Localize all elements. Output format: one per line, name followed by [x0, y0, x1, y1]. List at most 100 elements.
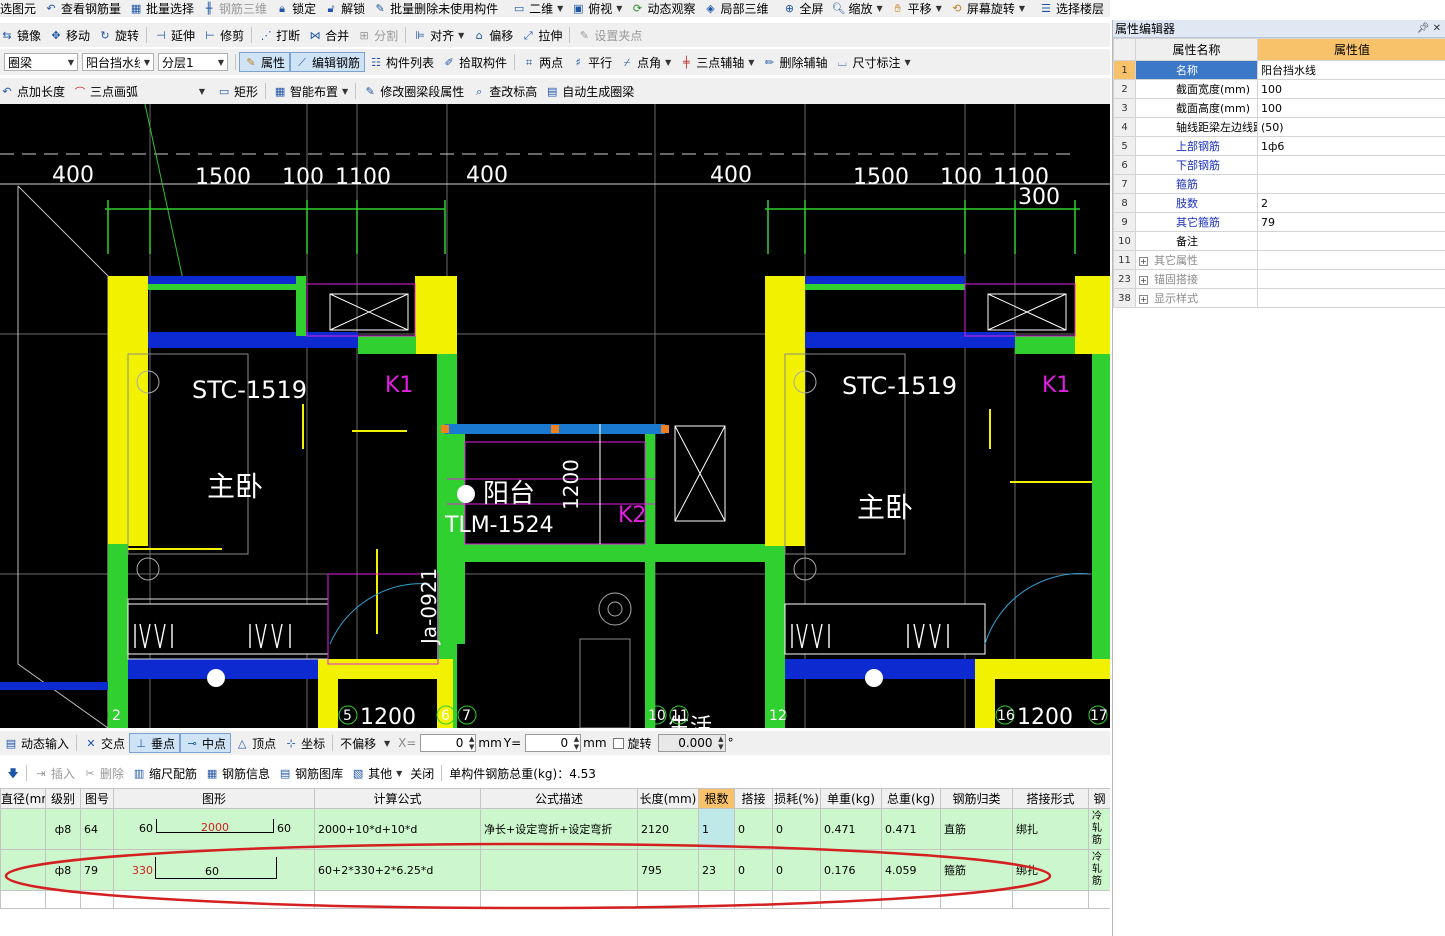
two-point-button[interactable]: ⌗ 两点 — [518, 52, 567, 72]
expand-icon[interactable]: + — [1139, 276, 1148, 285]
other-dropdown[interactable]: ▧ 其他 ▼ — [347, 763, 406, 783]
property-name[interactable]: 其它箍筋 — [1135, 212, 1258, 232]
col-formula[interactable]: 计算公式 — [314, 788, 481, 809]
property-row[interactable]: 23 + 锚固搭接 — [1113, 269, 1445, 289]
rebar-info-button[interactable]: ▦ 钢筋信息 — [201, 763, 274, 783]
delete-aux-axis-button[interactable]: ✏ 删除辅轴 — [758, 52, 831, 72]
three-point-arc-select[interactable]: ⌒ 三点画弧 ▼ — [69, 82, 210, 100]
property-value[interactable] — [1257, 174, 1445, 194]
snap-vertex[interactable]: △ 顶点 — [231, 733, 280, 753]
property-name[interactable]: 截面高度(mm) — [1135, 98, 1258, 118]
cell-desc[interactable]: 净长+设定弯折+设定弯折 — [480, 808, 638, 850]
three-point-axis-dropdown[interactable]: ╪ 三点辅轴 ▼ — [675, 52, 758, 72]
property-name[interactable]: 名称 — [1135, 60, 1258, 80]
scale-rebar-button[interactable]: ▥ 缩尺配筋 — [128, 763, 201, 783]
cell-count[interactable]: 1 — [698, 808, 735, 850]
dynamic-view-button[interactable]: ⟳ 动态观察 — [626, 0, 699, 17]
cell-formula[interactable]: 60+2*330+2*6.25*d — [314, 849, 481, 891]
component-name-select[interactable]: 阳台挡水线▼ — [82, 53, 154, 71]
col-category[interactable]: 钢筋归类 — [940, 788, 1013, 809]
property-value[interactable]: 1ф6 — [1257, 136, 1445, 156]
component-type-select[interactable]: 圈梁 ▼ — [4, 53, 78, 71]
rebar-library-button[interactable]: ▤ 钢筋图库 — [274, 763, 347, 783]
col-length[interactable]: 长度(mm) — [637, 788, 699, 809]
property-value[interactable]: 100 — [1257, 98, 1445, 118]
cell-length[interactable]: 795 — [637, 849, 699, 891]
select-floor-button[interactable]: ☰ 选择楼层 — [1035, 0, 1108, 17]
cell-desc[interactable] — [480, 849, 638, 891]
merge-button[interactable]: ⋈ 合并 — [304, 25, 353, 45]
property-value[interactable]: (50) — [1257, 117, 1445, 137]
insert-button[interactable]: ⇥ 插入 — [30, 763, 79, 783]
cell-total-weight[interactable]: 4.059 — [881, 849, 941, 891]
property-name[interactable]: 轴线距梁左边线距 — [1135, 117, 1258, 137]
batch-delete-unused-button[interactable]: ✎ 批量删除未使用构件 — [369, 0, 502, 17]
properties-button[interactable]: ✎ 属性 — [239, 52, 291, 72]
cell-lap-type[interactable]: 绑扎 — [1012, 808, 1089, 850]
property-value[interactable] — [1257, 155, 1445, 175]
pin-icon[interactable]: 📌︎ — [1417, 23, 1430, 34]
property-name[interactable]: 肢数 — [1135, 193, 1258, 213]
modify-ring-beam-button[interactable]: ✎ 修改圈梁段属性 — [359, 81, 468, 101]
property-name[interactable]: 箍筋 — [1135, 174, 1258, 194]
auto-ring-beam-button[interactable]: ▤ 自动生成圈梁 — [541, 81, 638, 101]
property-row[interactable]: 6 下部钢筋 — [1113, 155, 1445, 175]
break-button[interactable]: ⋰ 打断 — [255, 25, 304, 45]
expand-icon[interactable]: + — [1139, 257, 1148, 266]
cell-grade[interactable]: ф8 — [45, 808, 81, 850]
close-icon[interactable]: ✕ — [1433, 23, 1441, 34]
col-lap[interactable]: 搭接 — [734, 788, 773, 809]
col-total-weight[interactable]: 总重(kg) — [881, 788, 941, 809]
property-row[interactable]: 3 截面高度(mm) 100 — [1113, 98, 1445, 118]
property-value[interactable] — [1257, 269, 1445, 289]
cell-lap-type[interactable]: 绑扎 — [1012, 849, 1089, 891]
col-loss[interactable]: 损耗(%) — [772, 788, 821, 809]
property-value[interactable]: 2 — [1257, 193, 1445, 213]
component-list-button[interactable]: ☷ 构件列表 — [365, 52, 438, 72]
property-value[interactable]: 79 — [1257, 212, 1445, 232]
offset-button[interactable]: ⌂ 偏移 — [468, 25, 517, 45]
table-row[interactable]: ф8 64 60 2000 60 2000+10*d+10*d 净长+设定弯折+… — [0, 808, 1110, 850]
point-length-button[interactable]: ↶ 点加长度 — [0, 81, 69, 101]
pan-dropdown[interactable]: ✋︎ 平移 ▼ — [887, 0, 946, 17]
property-name[interactable]: + 显示样式 — [1135, 288, 1258, 308]
snap-midpoint[interactable]: ⊸ 中点 — [180, 733, 232, 753]
rotate-button[interactable]: ↻ 旋转 — [94, 25, 143, 45]
cell-extra[interactable]: 冷轧筋 — [1088, 849, 1110, 891]
property-row[interactable]: 7 箍筋 — [1113, 174, 1445, 194]
mirror-button[interactable]: ⇆ 镜像 — [0, 25, 45, 45]
view-2d-dropdown[interactable]: ▭ 二维 ▼ — [508, 0, 567, 17]
property-value[interactable] — [1257, 288, 1445, 308]
delete-button[interactable]: ✂ 删除 — [79, 763, 128, 783]
local-3d-button[interactable]: ◈ 局部三维 — [699, 0, 772, 17]
property-row[interactable]: 1 名称 阳台挡水线 — [1113, 60, 1445, 80]
cell-diameter[interactable] — [0, 808, 46, 850]
table-row[interactable]: ф8 79 330 60 60+2*330+2*6.25*d 795 23 0 … — [0, 849, 1110, 891]
lock-button[interactable]: 🔒︎ 锁定 — [271, 0, 320, 17]
property-row[interactable]: 5 上部钢筋 1ф6 — [1113, 136, 1445, 156]
table-row-empty[interactable] — [0, 890, 1110, 909]
property-name[interactable]: 上部钢筋 — [1135, 136, 1258, 156]
property-name[interactable]: 截面宽度(mm) — [1135, 79, 1258, 99]
property-value[interactable] — [1257, 231, 1445, 251]
cell-loss[interactable]: 0 — [772, 808, 821, 850]
property-row[interactable]: 38 + 显示样式 — [1113, 288, 1445, 308]
cad-canvas[interactable]: 400 1500 100 1100 400 400 1500 100 1100 … — [0, 104, 1110, 728]
smart-layout-dropdown[interactable]: ▦ 智能布置 ▼ — [269, 81, 352, 101]
snap-coordinate[interactable]: ⊹ 坐标 — [280, 733, 329, 753]
pick-component-button[interactable]: ✐ 拾取构件 — [438, 52, 511, 72]
property-row[interactable]: 11 + 其它属性 — [1113, 250, 1445, 270]
property-name[interactable]: 备注 — [1135, 231, 1258, 251]
snap-perpendicular[interactable]: ⊥ 垂点 — [129, 733, 181, 753]
dynamic-input-button[interactable]: ▤ 动态输入 — [0, 733, 73, 753]
view-rebar-qty-button[interactable]: ↶ 查看钢筋量 — [40, 0, 125, 17]
rectangle-button[interactable]: ▭ 矩形 — [213, 81, 262, 101]
y-input[interactable]: 0 ▲ ▼ — [525, 734, 582, 752]
cell-lap[interactable]: 0 — [734, 849, 773, 891]
property-value[interactable]: 100 — [1257, 79, 1445, 99]
col-fig[interactable]: 图号 — [80, 788, 114, 809]
col-shape[interactable]: 图形 — [113, 788, 315, 809]
col-diameter[interactable]: 直径(mm) — [0, 788, 46, 809]
property-row[interactable]: 2 截面宽度(mm) 100 — [1113, 79, 1445, 99]
cell-grade[interactable]: ф8 — [45, 849, 81, 891]
